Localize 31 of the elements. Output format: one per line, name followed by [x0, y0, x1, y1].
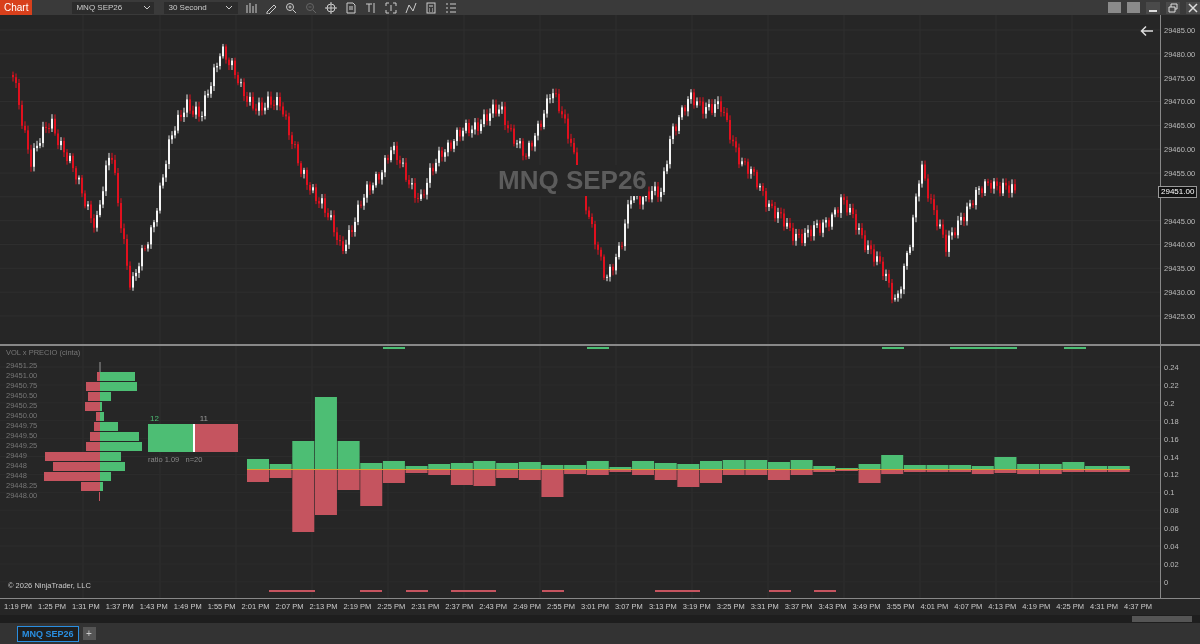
- zoom-in-icon[interactable]: [285, 1, 298, 14]
- back-arrow-icon[interactable]: [1140, 25, 1154, 37]
- line-icon[interactable]: [405, 1, 418, 14]
- profile-tick: [99, 361, 101, 373]
- chevron-down-icon: [224, 3, 235, 12]
- horizontal-scrollbar[interactable]: [0, 615, 1200, 623]
- interval-selector[interactable]: 30 Second: [164, 1, 239, 14]
- list-icon[interactable]: [445, 1, 458, 14]
- calculator-icon[interactable]: [425, 1, 438, 14]
- text-icon[interactable]: [365, 1, 378, 14]
- close-icon[interactable]: [1186, 1, 1200, 14]
- minimize-icon[interactable]: [1146, 1, 1160, 14]
- current-price-marker: 29451.00: [1158, 186, 1198, 198]
- chevron-down-icon[interactable]: [140, 1, 155, 14]
- profile-sell-bar: [88, 392, 100, 401]
- crosshair-icon[interactable]: [325, 1, 338, 14]
- bar-chart-icon[interactable]: [245, 1, 258, 14]
- frame-icon[interactable]: [385, 1, 398, 14]
- document-icon[interactable]: [345, 1, 358, 14]
- profile-sell-bar: [53, 462, 100, 471]
- buy-count: 12: [150, 414, 159, 423]
- restore-icon[interactable]: [1166, 1, 1180, 14]
- add-tab-button[interactable]: +: [82, 627, 96, 640]
- sell-count: 11: [199, 414, 208, 423]
- buy-volume-bar: [745, 460, 768, 469]
- profile-buy-bar: [100, 372, 135, 381]
- chart-tab[interactable]: MNQ SEP26: [17, 625, 79, 642]
- scrollbar-thumb[interactable]: [1132, 616, 1192, 622]
- window-title: Chart: [0, 0, 33, 15]
- buy-volume-bar: [722, 460, 745, 469]
- instrument-selector[interactable]: MNQ SEP26: [72, 1, 141, 14]
